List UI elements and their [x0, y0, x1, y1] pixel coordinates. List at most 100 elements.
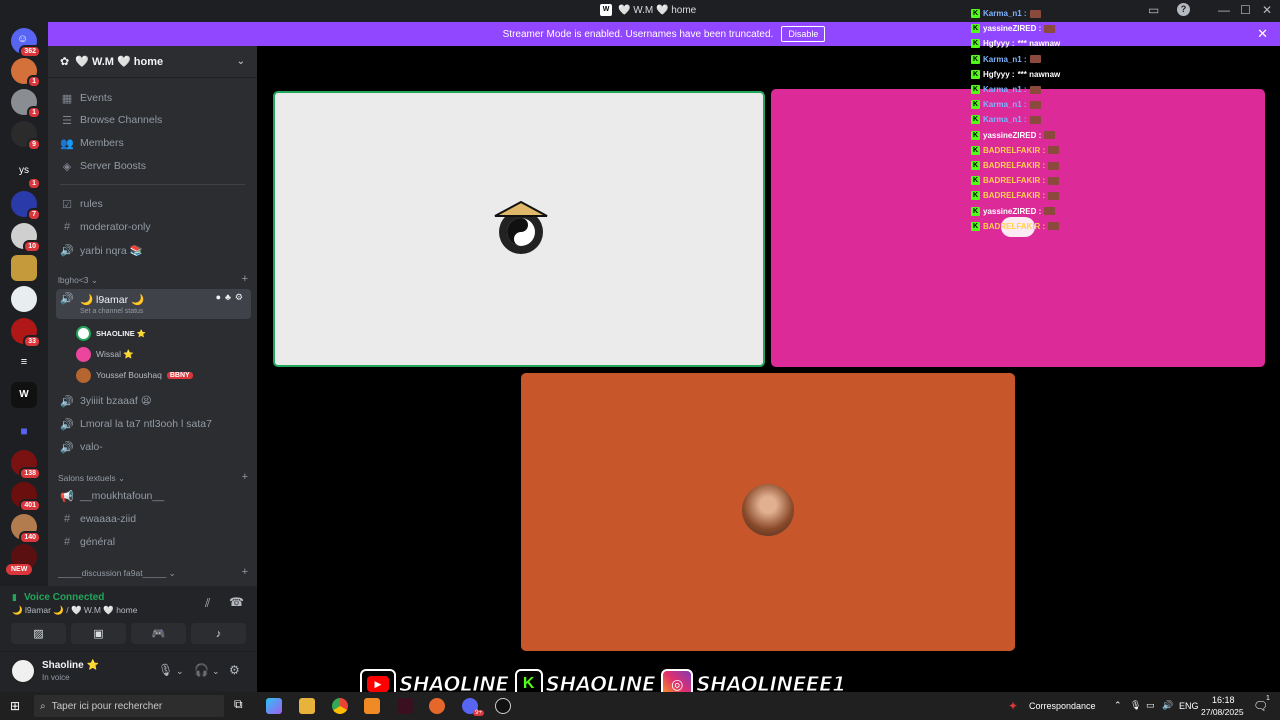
headphones-icon[interactable]: 🎧 — [194, 663, 209, 677]
channel-moukhtafoun[interactable]: 📢 __moukhtafoun__ — [56, 486, 251, 506]
category-discussion[interactable]: _____discussion fa9at_____ ⌄ + — [58, 566, 248, 579]
soundboard-button[interactable]: ♪ — [191, 623, 246, 644]
voice-location[interactable]: 🌙 l9amar 🌙 / 🤍 W.M 🤍 home — [12, 605, 137, 616]
members-icon: 👥 — [60, 137, 74, 150]
volume-icon[interactable]: 🔊 — [1162, 700, 1173, 711]
chat-username: Hgfyyy : — [983, 39, 1015, 49]
chrome-icon[interactable] — [332, 698, 348, 714]
clock-date[interactable]: 27/08/2025 — [1201, 707, 1244, 717]
window-title: W 🤍 W.M 🤍 home — [600, 4, 696, 16]
kick-badge-icon: K — [971, 145, 980, 155]
add-channel-icon[interactable]: + — [242, 566, 248, 578]
inbox-icon[interactable]: ▭ — [1148, 3, 1159, 17]
app-icon-2[interactable] — [397, 698, 413, 714]
server-icon-10[interactable]: ≡ — [11, 350, 37, 376]
disconnect-icon[interactable]: ☎ — [229, 595, 244, 609]
task-view-icon[interactable]: ⧉ — [234, 697, 250, 713]
file-explorer-icon[interactable] — [299, 698, 315, 714]
server-icon-14[interactable]: 140 — [11, 514, 41, 544]
voice-channel-3yiiiit[interactable]: 🔊 3yiiiit bzaaaf 😫 — [56, 391, 251, 411]
nav-events[interactable]: ▦ Events — [56, 88, 251, 108]
category-salons-textuels[interactable]: Salons textuels ⌄ + — [58, 471, 248, 484]
window-title-text: 🤍 W.M 🤍 home — [618, 4, 697, 16]
add-channel-icon[interactable]: + — [242, 273, 248, 285]
server-icon-12[interactable]: 138 — [11, 450, 41, 480]
server-icon-5[interactable]: 7 — [11, 191, 41, 221]
channel-yarbi-nqra[interactable]: 🔊 yarbi nqra 📚 — [56, 240, 251, 260]
voice-status[interactable]: Voice Connected — [24, 592, 104, 603]
add-channel-icon[interactable]: + — [242, 471, 248, 483]
voice-channel-valo[interactable]: 🔊 valo- — [56, 437, 251, 457]
user-name[interactable]: Shaoline ⭐ — [42, 660, 99, 671]
category-lbgho[interactable]: lbgho<3 ⌄ + — [58, 273, 248, 286]
user-status: In voice — [42, 673, 70, 682]
nav-browse-channels[interactable]: ☰ Browse Channels — [56, 110, 251, 130]
server-icon-ys[interactable]: ys 1 — [11, 160, 41, 190]
activities-button[interactable]: 🎮 — [131, 623, 186, 644]
direct-messages-icon[interactable]: ☺ 362 — [11, 28, 41, 58]
chevron-down-icon[interactable]: ⌄ — [176, 666, 184, 677]
settings-gear-icon[interactable]: ⚙ — [229, 663, 240, 677]
maximize-button[interactable]: ☐ — [1240, 3, 1251, 17]
chevron-down-icon: ⌄ — [236, 56, 245, 67]
chat-username: Hgfyyy : — [983, 69, 1015, 79]
channel-rules[interactable]: ☑ rules — [56, 194, 251, 214]
close-window-button[interactable]: ✕ — [1262, 3, 1272, 17]
channel-general[interactable]: # général — [56, 532, 251, 552]
channel-ewaaaa-ziid[interactable]: # ewaaaa-ziid — [56, 509, 251, 529]
emote-icon — [1029, 9, 1041, 18]
close-banner-icon[interactable]: ✕ — [1257, 26, 1268, 42]
server-header[interactable]: ✿ 🤍 W.M 🤍 home ⌄ — [48, 46, 257, 78]
channel-actions-icons[interactable]: ●♣⚙ — [216, 292, 247, 303]
chat-message: K BADRELFAKIR : — [971, 161, 1060, 170]
microphone-tray-icon[interactable]: 🎙 — [1130, 700, 1141, 711]
nav-server-boosts[interactable]: ◈ Server Boosts — [56, 156, 251, 176]
voice-channel-lmoral[interactable]: 🔊 Lmoral la ta7 ntl3ooh l sata7 — [56, 414, 251, 434]
channel-status-hint[interactable]: Set a channel status — [80, 308, 144, 315]
clock-time[interactable]: 16:18 — [1212, 695, 1235, 705]
chevron-down-icon[interactable]: ⌄ — [212, 666, 220, 677]
server-icon-9[interactable]: 33 — [11, 318, 41, 348]
noise-suppression-icon[interactable]: ⫽ — [205, 596, 210, 611]
chat-username: yassineZIRED : — [983, 206, 1042, 216]
weather-text[interactable]: Correspondance — [1029, 701, 1096, 711]
participant-tile-youssef[interactable] — [521, 373, 1015, 651]
voice-user-youssef[interactable]: Youssef Boushaq BBNY — [76, 366, 193, 384]
language-indicator[interactable]: ENG — [1179, 701, 1199, 711]
server-icon-3[interactable]: 9 — [11, 121, 41, 151]
server-icon-1[interactable]: 1 — [11, 58, 41, 88]
voice-stage — [257, 46, 1280, 692]
server-icon-8[interactable] — [11, 286, 37, 312]
copilot-icon[interactable] — [266, 698, 282, 714]
taskbar-search[interactable]: ⌕ Taper ici pour rechercher — [34, 695, 224, 717]
windows-start-icon[interactable]: ⊞ — [10, 699, 24, 713]
server-icon-6[interactable]: 10 — [11, 223, 41, 253]
network-icon[interactable]: ▭ — [1146, 700, 1155, 711]
voice-user-wissal[interactable]: Wissal ⭐ — [76, 345, 134, 363]
voice-channel-active[interactable]: 🔊 🌙 l9amar 🌙 Set a channel status ●♣⚙ — [56, 289, 251, 319]
voice-user-shaoline[interactable]: SHAOLINE ⭐ — [76, 324, 146, 342]
discord-taskbar-icon[interactable]: 9+ — [462, 698, 484, 716]
obs-icon[interactable] — [495, 698, 511, 714]
microphone-icon[interactable]: 🎙 — [158, 663, 173, 677]
server-ys-label: ys — [19, 165, 29, 176]
new-servers-badge[interactable]: NEW — [6, 564, 33, 575]
user-avatar[interactable] — [10, 658, 36, 684]
server-icon-13[interactable]: 401 — [11, 482, 41, 512]
participant-tile-shaoline[interactable] — [273, 91, 765, 367]
app-icon-3[interactable] — [429, 698, 445, 714]
category-label: Salons textuels — [58, 473, 116, 483]
minimize-button[interactable]: — — [1218, 3, 1230, 17]
camera-button[interactable]: ▨ — [11, 623, 66, 644]
server-icon-active[interactable]: W — [11, 382, 37, 408]
help-icon[interactable]: ? — [1177, 3, 1190, 16]
app-icon-1[interactable] — [364, 698, 380, 714]
screen-share-button[interactable]: ▣ — [71, 623, 126, 644]
server-folder-icon[interactable]: ■ — [11, 420, 37, 446]
channel-moderator-only[interactable]: # moderator-only — [56, 217, 251, 237]
nav-members[interactable]: 👥 Members — [56, 133, 251, 153]
server-icon-7[interactable] — [11, 255, 37, 281]
server-icon-2[interactable]: 1 — [11, 89, 41, 119]
chevron-up-icon[interactable]: ⌃ — [1114, 700, 1122, 711]
disable-streamer-mode-button[interactable]: Disable — [781, 26, 826, 42]
